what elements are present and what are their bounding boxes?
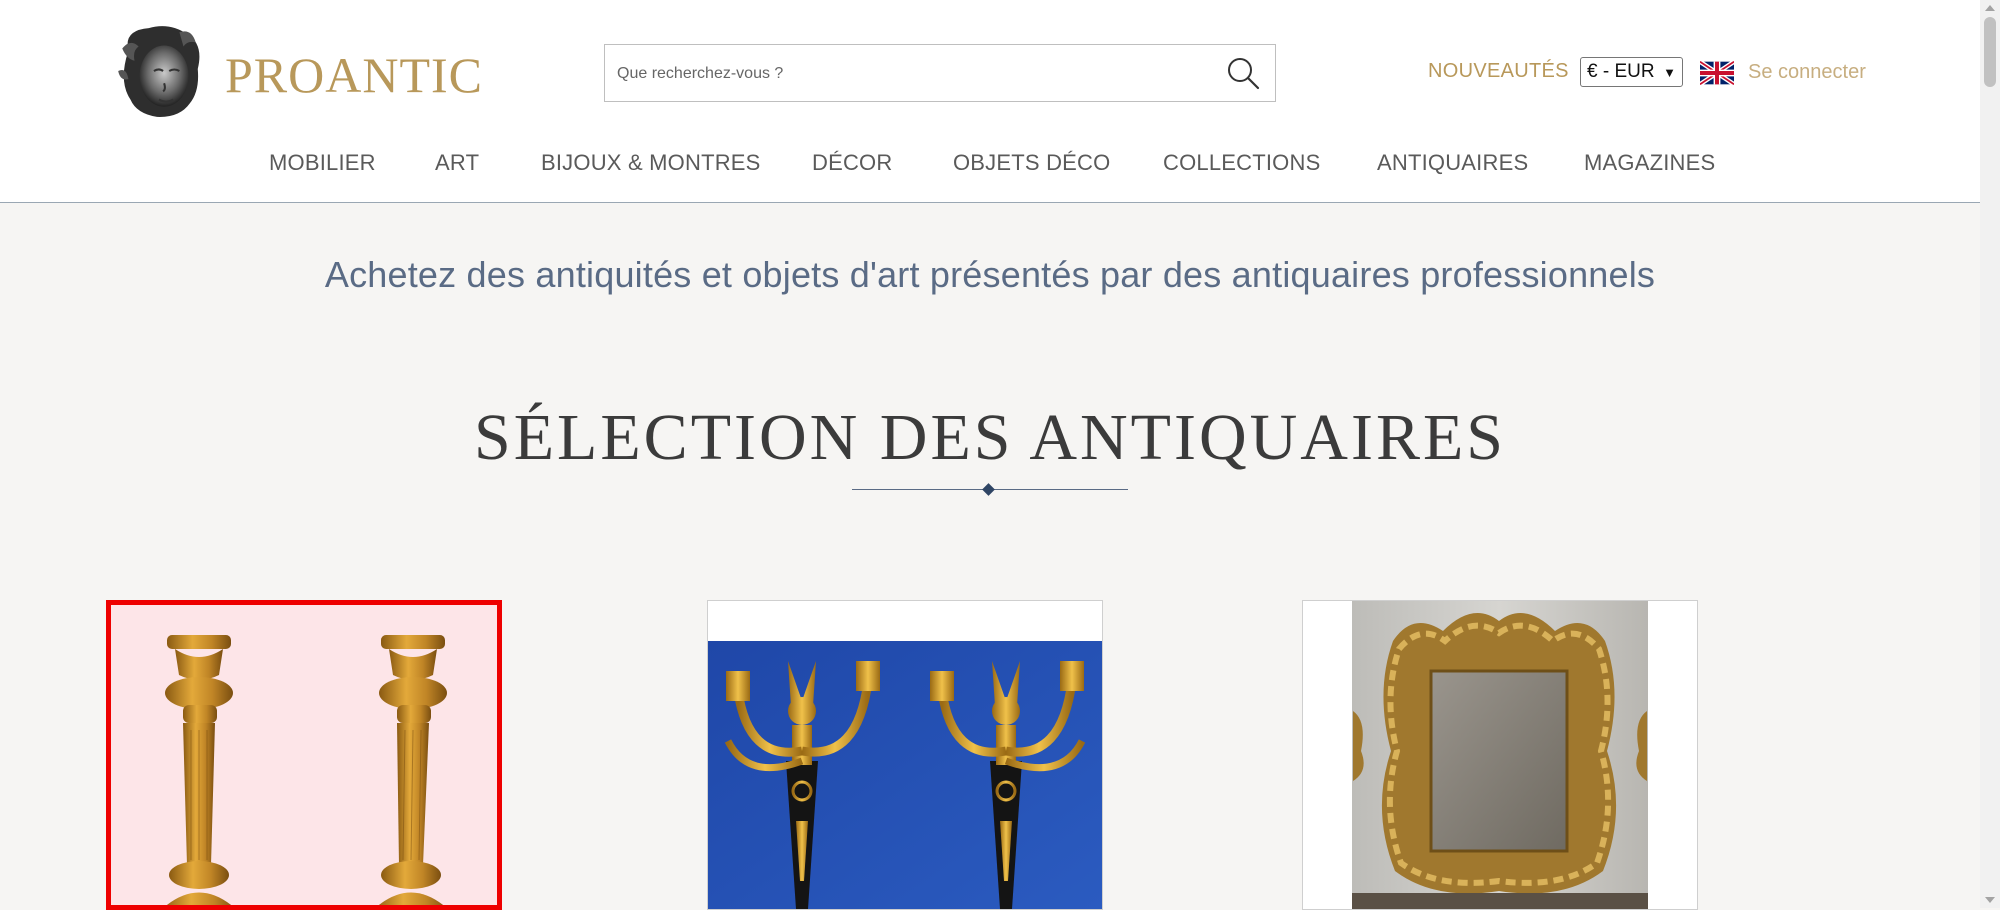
product-card-giltwood-mirror[interactable] [1302, 600, 1698, 910]
nav-item-antiquaires[interactable]: ANTIQUAIRES [1377, 150, 1528, 176]
search-bar [604, 44, 1276, 103]
page-scrollbar[interactable] [1980, 0, 2000, 908]
scroll-down-arrow-icon[interactable] [1985, 897, 1995, 903]
nav-item-mobilier[interactable]: MOBILIER [269, 150, 376, 176]
search-icon[interactable] [1225, 55, 1261, 91]
wall-sconces-image [708, 601, 1102, 909]
nav-item-collections[interactable]: COLLECTIONS [1163, 150, 1320, 176]
chevron-down-icon: ▼ [1663, 64, 1676, 80]
giltwood-mirror-image [1303, 601, 1697, 909]
nav-item-decor[interactable]: DÉCOR [812, 150, 892, 176]
uk-flag-icon[interactable] [1700, 61, 1734, 85]
product-card-candlesticks[interactable] [106, 600, 502, 910]
login-link[interactable]: Se connecter [1748, 61, 1866, 84]
currency-select[interactable]: € - EUR ▼ [1580, 57, 1683, 87]
scroll-up-arrow-icon[interactable] [1985, 5, 1995, 11]
nav-item-bijoux-montres[interactable]: BIJOUX & MONTRES [541, 150, 761, 176]
currency-value: € - EUR [1587, 61, 1655, 82]
nav-item-objets-deco[interactable]: OBJETS DÉCO [953, 150, 1110, 176]
scrollbar-thumb[interactable] [1984, 17, 1996, 87]
page-tagline: Achetez des antiquités et objets d'art p… [324, 254, 1656, 295]
main-nav: MOBILIER ART BIJOUX & MONTRES DÉCOR OBJE… [0, 150, 1980, 180]
nav-item-magazines[interactable]: MAGAZINES [1584, 150, 1715, 176]
product-card-wall-sconces[interactable] [707, 600, 1103, 910]
divider-diamond-icon [982, 483, 995, 496]
logo-bust-icon[interactable] [108, 20, 210, 122]
candlesticks-image [111, 605, 497, 905]
site-header: PROANTIC NOUVEAUTÉS € - EUR ▼ Se connect… [0, 0, 1980, 203]
nouveautes-link[interactable]: NOUVEAUTÉS [1428, 60, 1569, 83]
nav-item-art[interactable]: ART [435, 150, 479, 176]
search-input[interactable] [615, 45, 1209, 103]
section-title: SÉLECTION DES ANTIQUAIRES [474, 401, 1506, 474]
logo-text[interactable]: PROANTIC [225, 46, 483, 104]
